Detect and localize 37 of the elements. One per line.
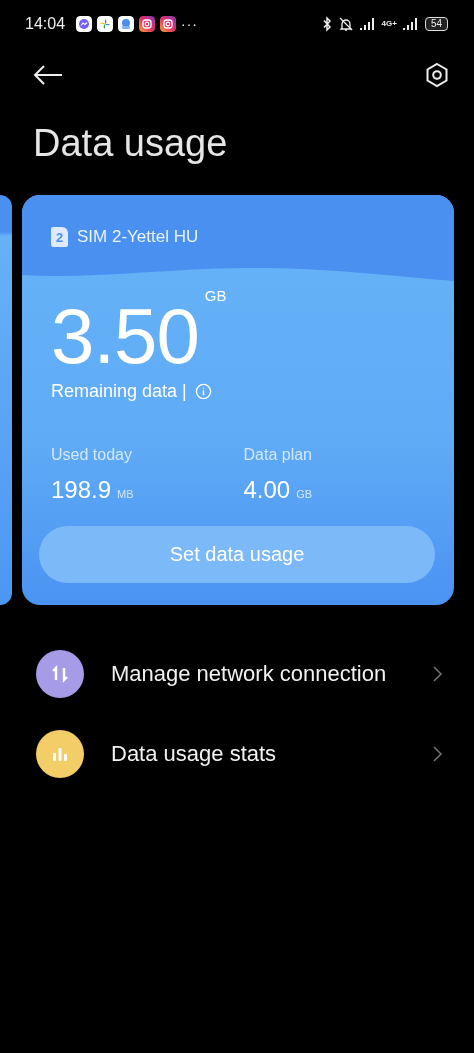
sim-name: SIM 2-Yettel HU [77,227,199,248]
page-title: Data usage [33,121,229,165]
stat-label: Used today [51,446,133,465]
camera-icon [139,16,156,32]
back-arrow-icon [33,65,63,85]
message-icon [118,16,135,32]
arrows-icon [50,664,70,684]
sim-badge: 2 [51,227,68,248]
settings-icon [424,62,450,88]
stat-value: 198.9 [51,476,112,505]
chevron-icon [432,746,442,762]
back-button[interactable] [33,65,63,85]
menu-label: Manage network connection [111,661,388,687]
camera-icon [160,16,177,32]
menu-item[interactable]: Data usage stats [0,714,474,794]
network-type: 4G+ [381,20,397,28]
clock-time: 14:04 [25,15,66,33]
more-notifications: ··· [181,16,199,32]
stat-value: 4.00 [243,476,291,505]
info-icon [194,383,212,401]
signal-icon [359,18,376,30]
muted-bell-icon [337,16,354,32]
chevron-icon [432,666,442,682]
unit-label: MB [117,488,134,501]
chat-bubble-icon [76,16,93,32]
pinwheel-icon [97,16,114,32]
stat-label: Data plan [243,446,313,465]
menu-item[interactable]: Manage network connection [0,634,474,714]
settings-button[interactable] [424,62,450,88]
unit-label: GB [204,287,227,305]
signal-icon [402,18,419,30]
menu-label: Data usage stats [111,741,278,767]
bluetooth-icon [321,16,332,32]
unit-label: GB [296,488,313,501]
battery-level: 54 [424,17,448,31]
remaining-label: Remaining data | [51,381,187,403]
remaining-amount: 3.50 [51,303,199,370]
